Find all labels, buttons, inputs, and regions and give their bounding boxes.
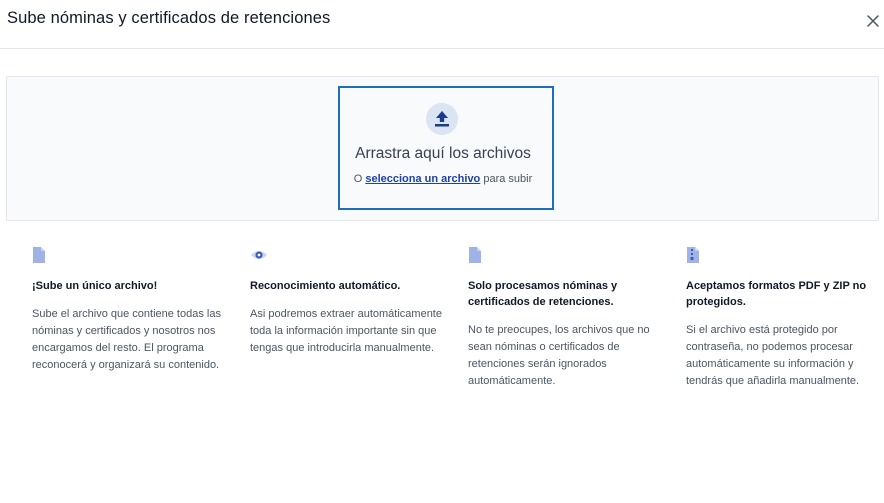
dropzone-title: Arrastra aquí los archivos xyxy=(355,145,531,162)
modal-title: Sube nóminas y certificados de retencion… xyxy=(7,9,331,27)
upload-icon xyxy=(426,103,458,135)
feature-auto-recognition: Reconocimiento automático. Asi podremos … xyxy=(250,246,450,357)
dropzone-suffix: para subir xyxy=(480,173,533,185)
file-icon xyxy=(32,246,232,266)
feature-formats: Aceptamos formatos PDF y ZIP no protegid… xyxy=(686,246,884,390)
feature-only-payroll: Solo procesamos nóminas y certificados d… xyxy=(468,246,668,390)
feature-title: Solo procesamos nóminas y certificados d… xyxy=(468,280,618,308)
feature-description: Asi podremos extraer automáticamente tod… xyxy=(250,308,442,354)
feature-description: Si el archivo está protegido por contras… xyxy=(686,324,860,387)
feature-title: Reconocimiento automático. xyxy=(250,280,401,292)
modal-header: Sube nóminas y certificados de retencion… xyxy=(0,0,884,49)
feature-description: Sube el archivo que contiene todas las n… xyxy=(32,308,221,371)
dropzone-prefix: O xyxy=(353,173,366,185)
dropzone-subtitle: O selecciona un archivo para subir xyxy=(340,173,546,185)
close-icon[interactable] xyxy=(864,12,882,30)
eye-icon xyxy=(250,246,450,266)
feature-title: Aceptamos formatos PDF y ZIP no protegid… xyxy=(686,280,867,308)
file-icon xyxy=(468,246,668,266)
zip-file-icon xyxy=(686,246,884,266)
feature-single-file: ¡Sube un único archivo! Sube el archivo … xyxy=(32,246,232,374)
feature-description: No te preocupes, los archivos que no sea… xyxy=(468,324,650,387)
feature-title: ¡Sube un único archivo! xyxy=(32,280,158,292)
select-file-link[interactable]: selecciona un archivo xyxy=(365,173,480,185)
